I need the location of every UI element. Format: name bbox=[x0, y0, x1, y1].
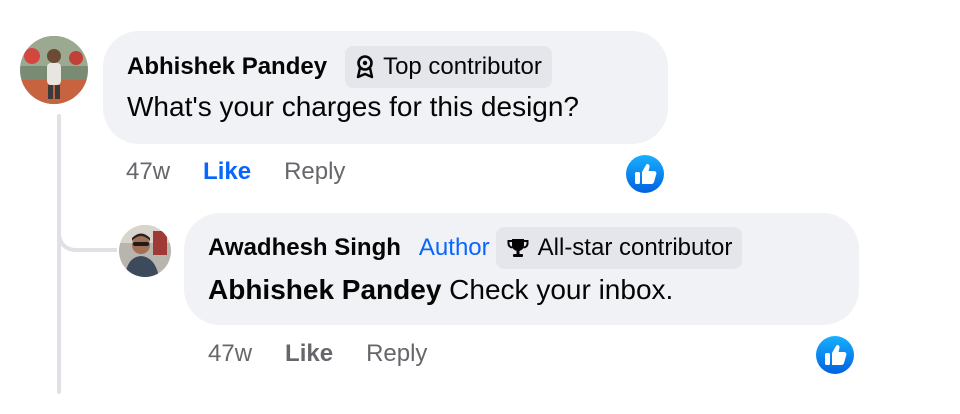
all-star-contributor-badge[interactable]: All-star contributor bbox=[495, 227, 743, 269]
trophy-icon bbox=[507, 239, 529, 257]
reply-button[interactable]: Reply bbox=[366, 340, 427, 368]
avatar[interactable] bbox=[119, 225, 171, 277]
avatar-photo-abhishek bbox=[20, 36, 88, 104]
badge-label: All-star contributor bbox=[537, 234, 733, 261]
comment-header: Abhishek Pandey Top contributor bbox=[127, 46, 552, 88]
like-button[interactable]: Like bbox=[285, 340, 333, 368]
reply-actions: 47w Like Reply bbox=[208, 340, 460, 368]
reply-header: Awadhesh Singh Author All-star contribut… bbox=[208, 227, 743, 269]
avatar[interactable] bbox=[20, 36, 88, 104]
reply-text: Abhishek Pandey Check your inbox. bbox=[208, 274, 673, 306]
medal-icon bbox=[356, 55, 374, 79]
like-button[interactable]: Like bbox=[203, 158, 251, 186]
thumbs-up-icon bbox=[816, 336, 854, 374]
reply-timestamp[interactable]: 47w bbox=[208, 340, 252, 368]
reply-bubble: Awadhesh Singh Author All-star contribut… bbox=[184, 213, 859, 325]
reaction-summary[interactable] bbox=[625, 154, 665, 194]
mention-link[interactable]: Abhishek Pandey bbox=[208, 274, 441, 305]
thread-branch-connector bbox=[57, 190, 117, 252]
comment-text: What's your charges for this design? bbox=[127, 91, 580, 122]
reaction-summary[interactable] bbox=[815, 335, 855, 375]
thumbs-up-icon bbox=[626, 155, 664, 193]
author-tag: Author bbox=[418, 234, 490, 261]
badge-label: Top contributor bbox=[383, 53, 542, 80]
comment-bubble: Abhishek Pandey Top contributor What's y… bbox=[103, 31, 668, 144]
top-contributor-badge[interactable]: Top contributor bbox=[345, 46, 552, 88]
comment-actions: 47w Like Reply bbox=[126, 158, 378, 186]
reply-message: Check your inbox. bbox=[441, 274, 674, 305]
author-name[interactable]: Awadhesh Singh bbox=[208, 234, 401, 262]
thread-line bbox=[57, 114, 61, 394]
comment-timestamp[interactable]: 47w bbox=[126, 158, 170, 186]
author-name[interactable]: Abhishek Pandey bbox=[127, 53, 327, 81]
reply-button[interactable]: Reply bbox=[284, 158, 345, 186]
avatar-photo-awadhesh bbox=[119, 225, 171, 277]
